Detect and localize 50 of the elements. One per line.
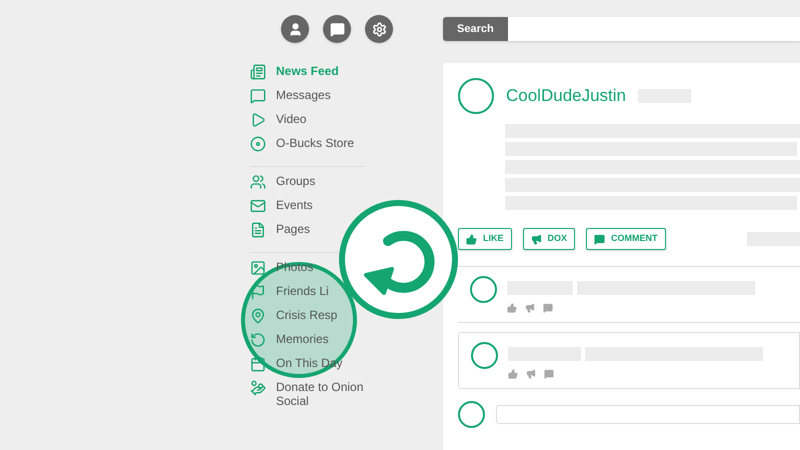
refresh-icon [250, 332, 266, 348]
search-button[interactable]: Search [443, 17, 508, 41]
thumbs-up-icon[interactable] [507, 303, 517, 313]
sidebar-item[interactable]: Crisis Resp [250, 308, 338, 332]
sidebar-item[interactable]: News Feed [250, 64, 339, 88]
comment-field[interactable] [496, 405, 800, 424]
play-icon [250, 112, 266, 128]
sidebar-item[interactable]: Groups [250, 174, 316, 198]
settings-icon [372, 22, 386, 36]
author-name[interactable]: CoolDudeJustin [506, 83, 626, 109]
photo-icon [250, 260, 266, 276]
thumbs-up-icon[interactable] [508, 369, 518, 379]
map-pin-icon [250, 308, 266, 324]
megaphone-icon[interactable] [525, 303, 535, 313]
avatar [458, 401, 485, 428]
megaphone-icon[interactable] [526, 369, 536, 379]
hand-coin-icon [250, 380, 266, 396]
sidebar-item[interactable]: Video [250, 112, 306, 136]
sidebar-item[interactable]: Pages [250, 222, 310, 246]
sidebar-item[interactable]: Messages [250, 88, 331, 112]
action-button[interactable]: DOX [522, 228, 576, 250]
flag-icon [250, 284, 266, 300]
people-icon [250, 174, 266, 190]
speech-bubble-icon [250, 88, 266, 104]
chat-icon [330, 22, 344, 36]
chat-button[interactable] [323, 15, 351, 43]
document-icon [250, 222, 266, 238]
envelope-icon [250, 198, 266, 214]
sidebar-item[interactable]: Events [250, 198, 313, 222]
coin-icon [250, 136, 266, 152]
user-button[interactable] [281, 15, 309, 43]
speech-bubble-icon[interactable] [543, 303, 553, 313]
sidebar-item[interactable]: Donate to Onion Social [250, 380, 365, 408]
sidebar-item[interactable]: O-Bucks Store [250, 136, 354, 160]
sidebar-item[interactable]: Memories [250, 332, 329, 356]
avatar [470, 276, 497, 303]
thumbs-up-icon [466, 234, 477, 244]
avatar [458, 78, 494, 114]
user-icon [288, 22, 302, 36]
calendar-icon [250, 356, 266, 372]
sidebar-item[interactable]: Friends Li [250, 284, 329, 308]
search-field[interactable] [508, 17, 800, 41]
action-button[interactable]: LIKE [458, 228, 512, 250]
newspaper-icon [250, 64, 266, 80]
megaphone-icon [530, 234, 542, 244]
avatar [471, 342, 498, 369]
settings-button[interactable] [365, 15, 393, 43]
action-button[interactable]: COMMENT [586, 228, 666, 250]
speech-bubble-icon [594, 234, 606, 244]
speech-bubble-icon[interactable] [544, 369, 554, 379]
